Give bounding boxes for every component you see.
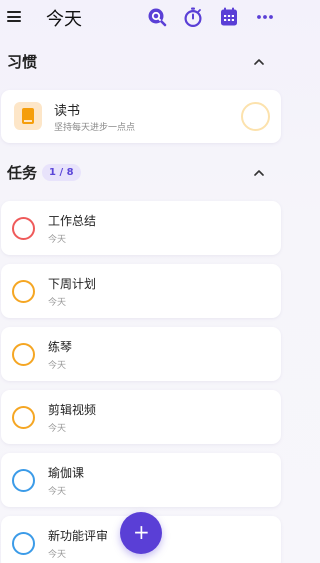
calendar-icon[interactable] <box>219 7 239 27</box>
task-checkbox[interactable] <box>12 280 35 303</box>
task-title: 瑜伽课 <box>48 466 85 480</box>
task-title: 新功能评审 <box>48 529 109 543</box>
book-icon <box>14 102 42 130</box>
habit-subtitle: 坚持每天进步一点点 <box>54 123 136 133</box>
tasks-section-header[interactable]: 任务 1 / 8 <box>0 158 287 188</box>
habits-section-header[interactable]: 习惯 <box>0 47 287 77</box>
task-date: 今天 <box>48 424 67 434</box>
task-count-badge: 1 / 8 <box>42 164 81 181</box>
task-title: 工作总结 <box>48 214 97 228</box>
task-date: 今天 <box>48 235 67 245</box>
task-title: 剪辑视频 <box>48 403 97 417</box>
task-checkbox[interactable] <box>12 406 35 429</box>
top-bar: 今天 <box>0 0 287 34</box>
chevron-up-icon[interactable] <box>253 56 265 68</box>
menu-icon[interactable] <box>7 11 21 22</box>
plus-icon: + <box>133 520 150 544</box>
task-date: 今天 <box>48 550 67 560</box>
task-card[interactable]: 下周计划 今天 <box>1 264 281 318</box>
more-icon[interactable] <box>255 7 275 27</box>
task-date: 今天 <box>48 298 67 308</box>
task-card[interactable]: 剪辑视频 今天 <box>1 390 281 444</box>
habit-name: 读书 <box>54 104 81 119</box>
task-card[interactable]: 瑜伽课 今天 <box>1 453 281 507</box>
task-card[interactable]: 工作总结 今天 <box>1 201 281 255</box>
task-checkbox[interactable] <box>12 217 35 240</box>
task-card[interactable]: 练琴 今天 <box>1 327 281 381</box>
section-title: 任务 <box>7 164 38 182</box>
task-checkbox[interactable] <box>12 343 35 366</box>
timer-icon[interactable] <box>183 7 203 27</box>
task-title: 练琴 <box>48 340 73 354</box>
chevron-up-icon[interactable] <box>253 167 265 179</box>
search-icon[interactable] <box>147 7 167 27</box>
section-title: 习惯 <box>7 53 38 71</box>
task-date: 今天 <box>48 361 67 371</box>
task-date: 今天 <box>48 487 67 497</box>
task-checkbox[interactable] <box>12 469 35 492</box>
habit-checkin-ring[interactable] <box>241 102 270 131</box>
task-title: 下周计划 <box>48 277 97 291</box>
task-checkbox[interactable] <box>12 532 35 555</box>
page-title: 今天 <box>46 9 82 30</box>
add-task-button[interactable]: + <box>120 512 162 554</box>
habit-card[interactable]: 读书 坚持每天进步一点点 <box>1 90 281 143</box>
